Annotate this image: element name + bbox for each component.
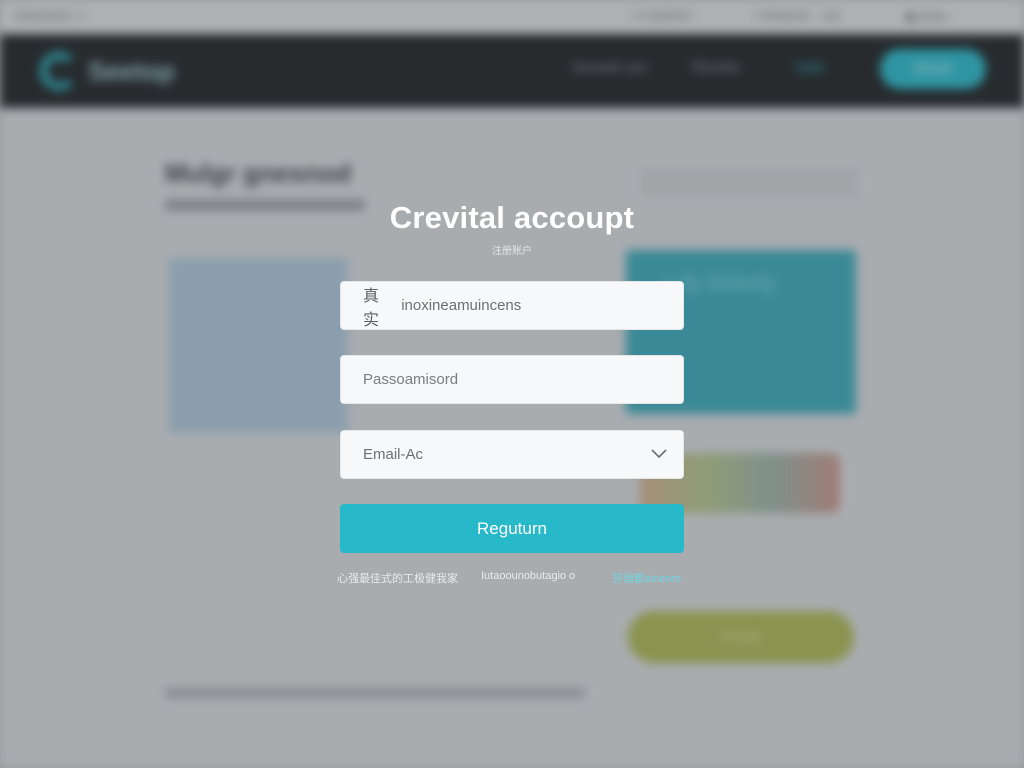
footer-link-login[interactable]: 芬销都aineom [612,570,681,586]
username-prefix: 真实 [363,287,380,329]
email-select[interactable]: Email-Ac [340,430,684,479]
modal-subtitle: 注册账户 [492,246,532,257]
email-select-value: Email-Ac [363,446,424,463]
username-input[interactable] [401,297,683,314]
username-field[interactable]: 真实 [340,281,684,330]
chevron-down-icon [651,449,667,459]
create-account-modal: Crevital accoupt 注册账户 真实 Email-Ac Regutu… [0,0,1024,768]
modal-title: Crevital accoupt [389,200,635,235]
password-field[interactable] [340,355,684,404]
password-input[interactable] [363,371,683,388]
register-button[interactable]: Reguturn [340,504,684,553]
footer-link-terms[interactable]: 心强最佳式的工极健我家 [337,570,458,586]
footer-link-privacy[interactable]: Iutaoounobutagio o [481,570,575,582]
